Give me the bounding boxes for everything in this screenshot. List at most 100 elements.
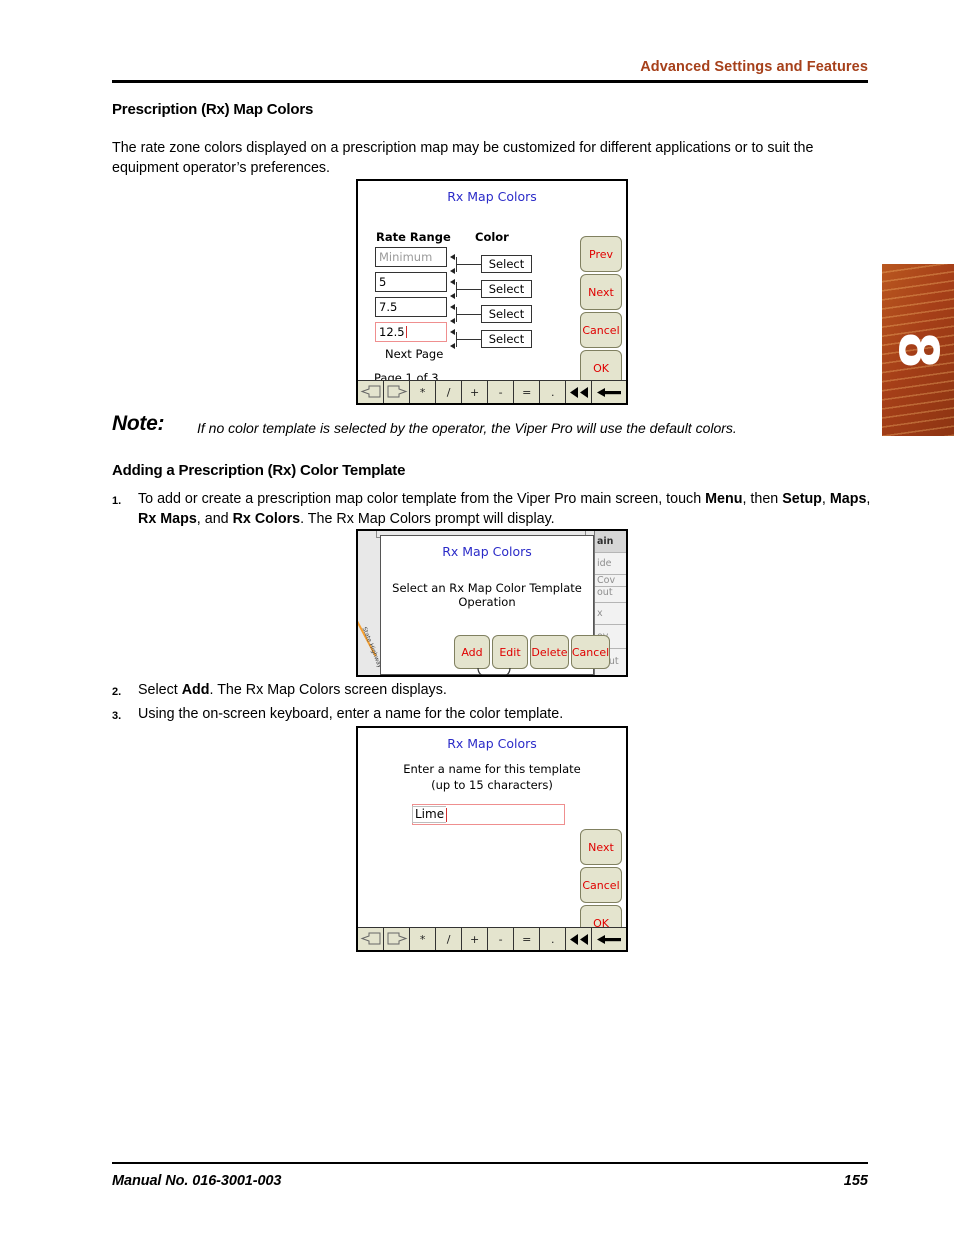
cancel-button-label-dialog2: Cancel — [571, 645, 610, 659]
screenshot-rx-map-colors-rate-ranges: Rx Map Colors Rate Range Color Minimum 5… — [356, 179, 628, 405]
step-2: 2. Select Add. The Rx Map Colors screen … — [112, 680, 872, 700]
asterisk-key[interactable]: * — [410, 928, 437, 950]
plus-key[interactable]: + — [462, 928, 489, 950]
next-button[interactable]: Next — [580, 274, 622, 310]
dialog1-title: Rx Map Colors — [447, 189, 537, 204]
prev-button[interactable]: Prev — [580, 236, 622, 272]
delete-button-label: Delete — [531, 645, 568, 659]
section-paragraph-rx-map-colors: The rate zone colors displayed on a pres… — [112, 140, 814, 176]
partial-widget-arc — [477, 668, 511, 675]
rate-range-input-3[interactable]: 12.5 — [375, 322, 447, 342]
minus-key[interactable]: - — [488, 928, 515, 950]
color-select-label-0: Select — [488, 257, 525, 271]
connector-arrow-1b — [450, 293, 455, 299]
rate-range-input-1[interactable]: 5 — [375, 272, 447, 292]
chapter-thumb-tab: 8 — [882, 264, 954, 436]
equals-key[interactable]: = — [514, 381, 541, 403]
plus-key[interactable]: + — [462, 381, 489, 403]
color-select-label-2: Select — [488, 307, 525, 321]
rate-range-value-2: 7.5 — [379, 300, 398, 314]
dialog2-prompt-line1: Select an Rx Map Color Template — [392, 581, 582, 595]
slash-key[interactable]: / — [436, 928, 463, 950]
dialog3-title: Rx Map Colors — [447, 736, 537, 751]
connector-arrow-0a — [450, 254, 455, 260]
shift-right-key[interactable] — [384, 928, 411, 950]
step-1-number: 1. — [112, 495, 122, 507]
rate-range-value-0: Minimum — [379, 250, 433, 264]
cancel-button-dialog2[interactable]: Cancel — [571, 635, 610, 669]
edit-button[interactable]: Edit — [492, 635, 528, 669]
onscreen-keyboard-strip-dialog3[interactable]: * / + - = . — [358, 927, 626, 950]
step-3-text: Using the on-screen keyboard, enter a na… — [138, 706, 564, 722]
color-select-button-3[interactable]: Select — [481, 330, 532, 348]
period-key[interactable]: . — [540, 381, 567, 403]
dialog1-column-header-rate-range: Rate Range — [376, 230, 451, 244]
footer-rule — [112, 1162, 868, 1164]
next-button-label-dialog3: Next — [588, 840, 614, 854]
side-menu-item-main[interactable]: ain — [595, 531, 626, 553]
minus-key[interactable]: - — [488, 381, 515, 403]
connector-arrow-1a — [450, 279, 455, 285]
side-menu-item-layout[interactable]: out — [595, 587, 626, 603]
modal-dialog: Rx Map Colors Select an Rx Map Color Tem… — [380, 535, 610, 675]
step-1-text: To add or create a prescription map colo… — [138, 491, 871, 527]
next-button-dialog3[interactable]: Next — [580, 829, 622, 865]
step-2-text: Select Add. The Rx Map Colors screen dis… — [138, 682, 447, 698]
backspace-key[interactable] — [592, 381, 626, 403]
text-caret — [405, 326, 407, 338]
shift-right-key[interactable] — [384, 381, 411, 403]
cancel-button-dialog3[interactable]: Cancel — [580, 867, 622, 903]
rate-range-input-2[interactable]: 7.5 — [375, 297, 447, 317]
add-button[interactable]: Add — [454, 635, 490, 669]
step-3-number: 3. — [112, 710, 122, 722]
slash-key[interactable]: / — [436, 381, 463, 403]
cancel-button-label-dialog3: Cancel — [582, 878, 620, 892]
document-page: Advanced Settings and Features 8 Prescri… — [0, 0, 954, 1235]
ok-button-label: OK — [593, 361, 609, 375]
color-select-button-0[interactable]: Select — [481, 255, 532, 273]
dialog1-column-header-color: Color — [475, 230, 509, 244]
color-select-label-1: Select — [488, 282, 525, 296]
delete-button[interactable]: Delete — [530, 635, 569, 669]
rate-range-input-0[interactable]: Minimum — [375, 247, 447, 267]
dialog2-title: Rx Map Colors — [442, 544, 532, 559]
cancel-button-label: Cancel — [582, 323, 620, 337]
dialog3-prompt-line1: Enter a name for this template — [403, 762, 581, 776]
step-2-number: 2. — [112, 686, 122, 698]
back-double-key[interactable] — [566, 381, 593, 403]
period-key[interactable]: . — [540, 928, 567, 950]
screenshot-rx-map-colors-operation-prompt: State Highway ain ide Cov out x ov bout … — [356, 529, 628, 677]
rate-range-value-3: 12.5 — [379, 325, 405, 339]
shift-left-key[interactable] — [358, 381, 385, 403]
color-select-button-2[interactable]: Select — [481, 305, 532, 323]
section-heading-adding-color-template: Adding a Prescription (Rx) Color Templat… — [112, 462, 406, 479]
side-menu-item-guide[interactable]: ide — [595, 553, 626, 575]
connector-arrow-2a — [450, 304, 455, 310]
shift-left-key[interactable] — [358, 928, 385, 950]
step-1: 1. To add or create a prescription map c… — [112, 489, 872, 529]
header-rule — [112, 80, 868, 83]
onscreen-keyboard-strip[interactable]: * / + - = . — [358, 380, 626, 403]
prev-button-label: Prev — [589, 247, 613, 261]
side-menu-item-rx[interactable]: x — [595, 603, 626, 625]
color-select-label-3: Select — [488, 332, 525, 346]
cancel-button[interactable]: Cancel — [580, 312, 622, 348]
note-text: If no color template is selected by the … — [197, 420, 737, 436]
next-page-label: Next Page — [385, 347, 444, 361]
connector-arrow-3b — [450, 343, 455, 349]
footer-manual-number: Manual No. 016-3001-003 — [112, 1173, 282, 1189]
running-header-title: Advanced Settings and Features — [640, 59, 868, 75]
backspace-key[interactable] — [592, 928, 626, 950]
template-name-input[interactable]: Lime — [412, 804, 565, 825]
connector-arrow-0b — [450, 268, 455, 274]
back-double-key[interactable] — [566, 928, 593, 950]
dialog2-prompt-line2: Operation — [458, 595, 516, 609]
equals-key[interactable]: = — [514, 928, 541, 950]
side-menu-item-cov[interactable]: Cov — [595, 575, 626, 587]
asterisk-key[interactable]: * — [410, 381, 437, 403]
step-3: 3. Using the on-screen keyboard, enter a… — [112, 704, 872, 724]
rate-range-value-1: 5 — [379, 275, 387, 289]
note-label: Note: — [112, 412, 165, 435]
color-select-button-1[interactable]: Select — [481, 280, 532, 298]
connector-arrow-2b — [450, 318, 455, 324]
